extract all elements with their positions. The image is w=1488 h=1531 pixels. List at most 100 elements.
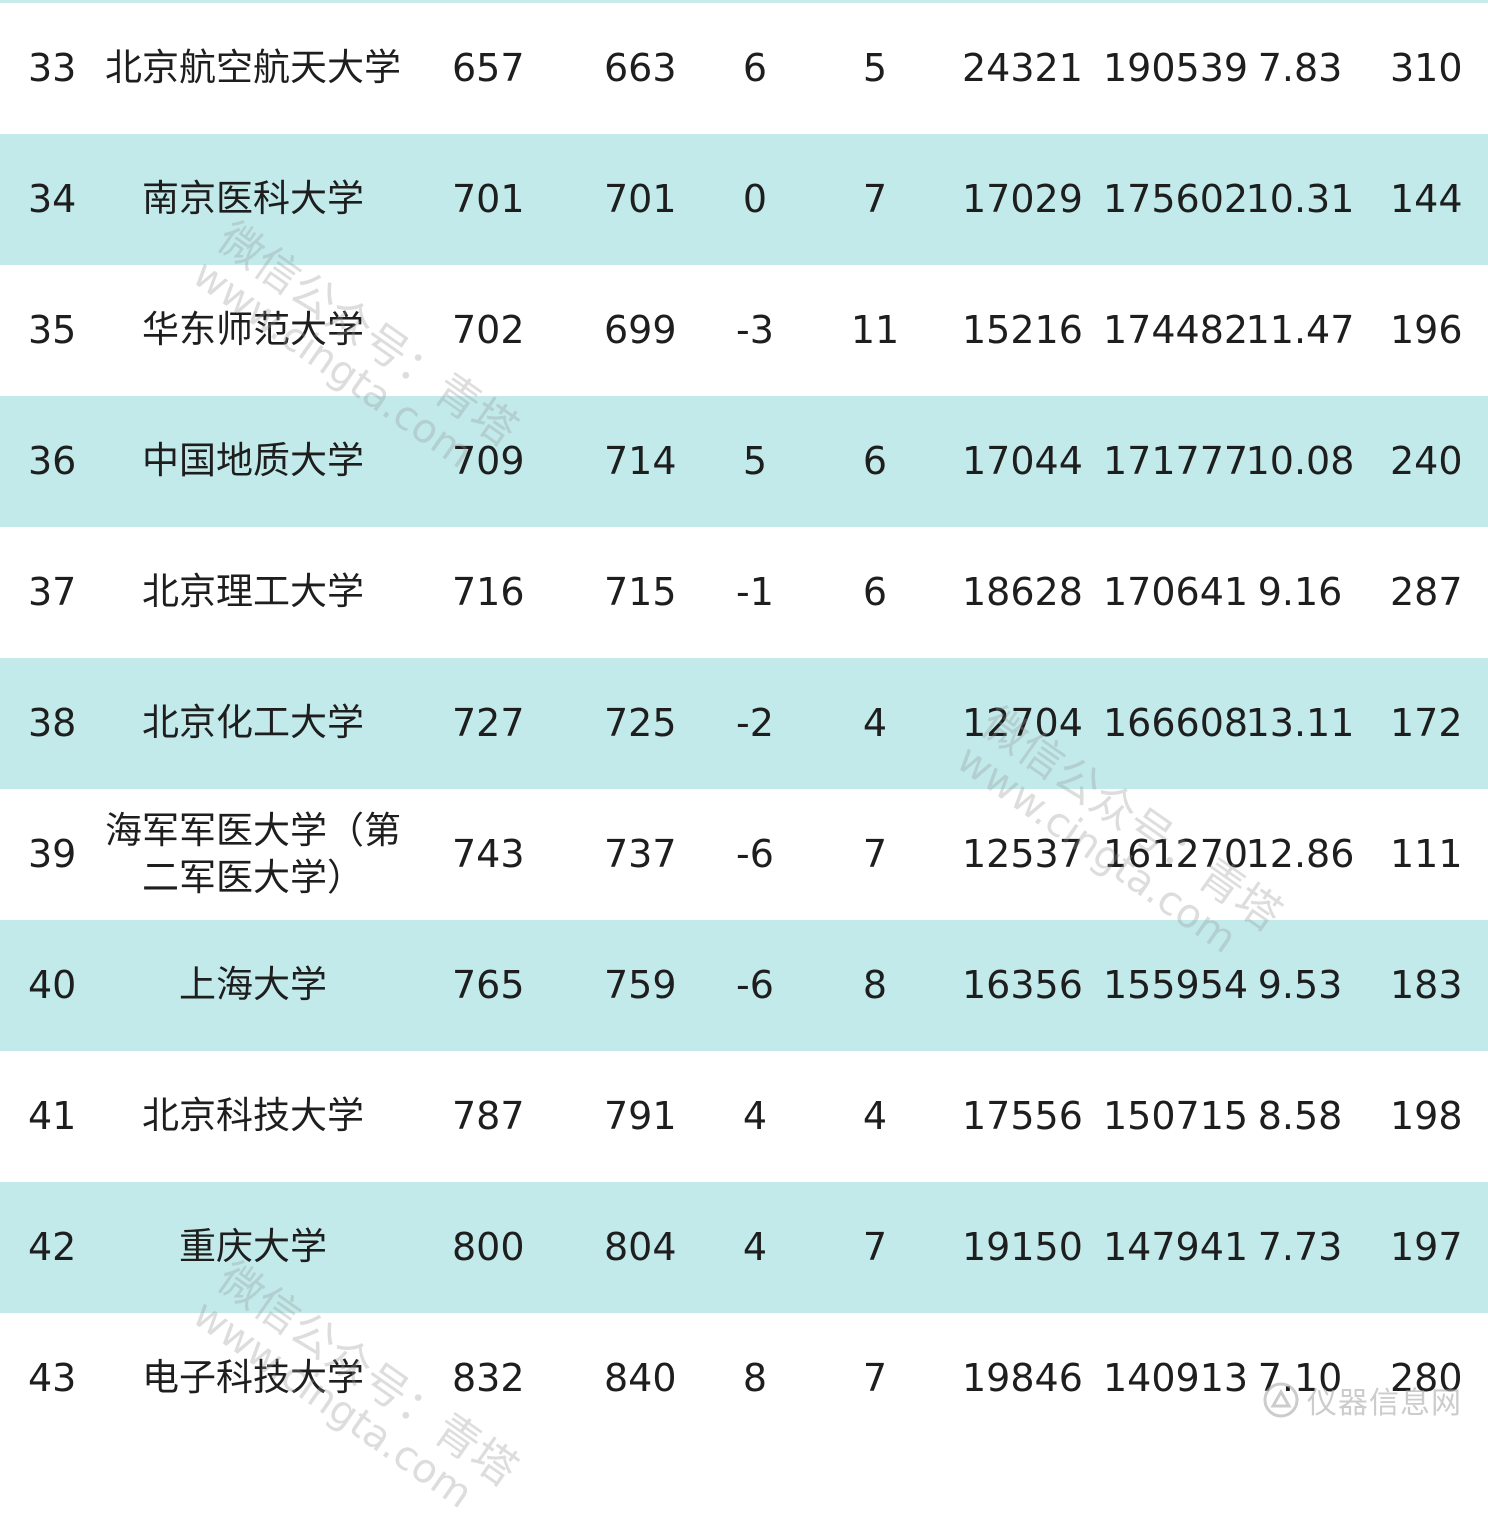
- table-row: 39 海军军医大学（第二军医大学） 743 737 -6 7 12537 161270 12.8…: [0, 789, 1488, 920]
- change-cell: -1: [736, 569, 774, 614]
- table-row: 43 电子科技大学 832 840 8 7 19846 140913 7.10 280: [0, 1313, 1488, 1444]
- change-cell: -6: [736, 831, 774, 876]
- change-cell: -3: [736, 307, 774, 352]
- value-cell: 19846: [962, 1355, 1083, 1400]
- ratio-cell: 7.10: [1257, 1355, 1343, 1400]
- value-cell: 715: [604, 569, 677, 614]
- change-cell: 6: [742, 45, 768, 90]
- university-name-cell: 中国地质大学: [142, 439, 364, 483]
- value-cell: 759: [604, 962, 677, 1007]
- value-cell: 800: [452, 1224, 525, 1269]
- value-cell: 16356: [962, 962, 1083, 1007]
- value-cell: 19150: [962, 1224, 1083, 1269]
- value-cell: 166608: [1103, 700, 1249, 745]
- university-name-cell: 北京航空航天大学: [105, 46, 401, 90]
- value-cell: 702: [452, 307, 525, 352]
- university-name-cell: 北京科技大学: [142, 1094, 364, 1138]
- value-cell: 709: [452, 438, 525, 483]
- value-cell: 737: [604, 831, 677, 876]
- value-cell: 147941: [1103, 1224, 1249, 1269]
- value-cell: 657: [452, 45, 525, 90]
- value-cell: 840: [604, 1355, 677, 1400]
- value-cell: 663: [604, 45, 677, 90]
- change-cell: 0: [742, 176, 768, 221]
- table-row: 40 上海大学 765 759 -6 8 16356 155954 9.53 183: [0, 920, 1488, 1051]
- value-cell: 172: [1390, 700, 1463, 745]
- rank-cell: 38: [28, 700, 77, 745]
- table-row: 42 重庆大学 800 804 4 7 19150 147941 7.73 197: [0, 1182, 1488, 1313]
- value-cell: 140913: [1103, 1355, 1249, 1400]
- change-cell: -6: [736, 962, 774, 1007]
- change-cell: 8: [742, 1355, 768, 1400]
- value-cell: 804: [604, 1224, 677, 1269]
- rank-cell: 39: [28, 831, 77, 876]
- ratio-cell: 11.47: [1245, 307, 1355, 352]
- ranking-table: 33 北京航空航天大学 657 663 6 5 24321 190539 7.83 310 34 南京…: [0, 0, 1488, 1444]
- university-name-cell: 海军军医大学（第二军医大学）: [105, 809, 401, 899]
- count-cell: 4: [862, 1093, 888, 1138]
- ratio-cell: 8.58: [1257, 1093, 1343, 1138]
- value-cell: 701: [604, 176, 677, 221]
- ratio-cell: 10.31: [1245, 176, 1355, 221]
- rank-cell: 41: [28, 1093, 77, 1138]
- table-row: 34 南京医科大学 701 701 0 7 17029 175602 10.31 144: [0, 134, 1488, 265]
- change-cell: 4: [742, 1224, 768, 1269]
- value-cell: 196: [1390, 307, 1463, 352]
- ratio-cell: 10.08: [1245, 438, 1355, 483]
- value-cell: 183: [1390, 962, 1463, 1007]
- count-cell: 8: [862, 962, 888, 1007]
- rank-cell: 42: [28, 1224, 77, 1269]
- value-cell: 111: [1390, 831, 1463, 876]
- count-cell: 6: [862, 569, 888, 614]
- rank-cell: 35: [28, 307, 77, 352]
- value-cell: 716: [452, 569, 525, 614]
- value-cell: 714: [604, 438, 677, 483]
- value-cell: 144: [1390, 176, 1463, 221]
- change-cell: 5: [742, 438, 768, 483]
- count-cell: 7: [862, 1224, 888, 1269]
- rank-cell: 37: [28, 569, 77, 614]
- value-cell: 18628: [962, 569, 1083, 614]
- rank-cell: 40: [28, 962, 77, 1007]
- value-cell: 727: [452, 700, 525, 745]
- table-row: 41 北京科技大学 787 791 4 4 17556 150715 8.58 198: [0, 1051, 1488, 1182]
- university-name-cell: 重庆大学: [179, 1225, 327, 1269]
- value-cell: 150715: [1103, 1093, 1249, 1138]
- value-cell: 17556: [962, 1093, 1083, 1138]
- university-name-cell: 北京化工大学: [142, 701, 364, 745]
- value-cell: 198: [1390, 1093, 1463, 1138]
- rank-cell: 43: [28, 1355, 77, 1400]
- value-cell: 699: [604, 307, 677, 352]
- change-cell: 4: [742, 1093, 768, 1138]
- value-cell: 287: [1390, 569, 1463, 614]
- ratio-cell: 13.11: [1245, 700, 1355, 745]
- ratio-cell: 9.16: [1257, 569, 1343, 614]
- value-cell: 197: [1390, 1224, 1463, 1269]
- value-cell: 12704: [962, 700, 1083, 745]
- table-row: 36 中国地质大学 709 714 5 6 17044 171777 10.08 240: [0, 396, 1488, 527]
- value-cell: 175602: [1103, 176, 1249, 221]
- table-row: 33 北京航空航天大学 657 663 6 5 24321 190539 7.83 310: [0, 3, 1488, 134]
- university-name-cell: 南京医科大学: [142, 177, 364, 221]
- count-cell: 7: [862, 831, 888, 876]
- value-cell: 171777: [1103, 438, 1249, 483]
- count-cell: 7: [862, 1355, 888, 1400]
- count-cell: 4: [862, 700, 888, 745]
- count-cell: 6: [862, 438, 888, 483]
- value-cell: 190539: [1103, 45, 1249, 90]
- count-cell: 5: [862, 45, 888, 90]
- ratio-cell: 7.83: [1257, 45, 1343, 90]
- value-cell: 170641: [1103, 569, 1249, 614]
- value-cell: 791: [604, 1093, 677, 1138]
- value-cell: 832: [452, 1355, 525, 1400]
- value-cell: 17044: [962, 438, 1083, 483]
- count-cell: 11: [850, 307, 900, 352]
- university-name-cell: 上海大学: [179, 963, 327, 1007]
- table-row: 38 北京化工大学 727 725 -2 4 12704 166608 13.11 172: [0, 658, 1488, 789]
- value-cell: 161270: [1103, 831, 1249, 876]
- value-cell: 701: [452, 176, 525, 221]
- count-cell: 7: [862, 176, 888, 221]
- value-cell: 787: [452, 1093, 525, 1138]
- table-row: 37 北京理工大学 716 715 -1 6 18628 170641 9.16 287: [0, 527, 1488, 658]
- value-cell: 155954: [1103, 962, 1249, 1007]
